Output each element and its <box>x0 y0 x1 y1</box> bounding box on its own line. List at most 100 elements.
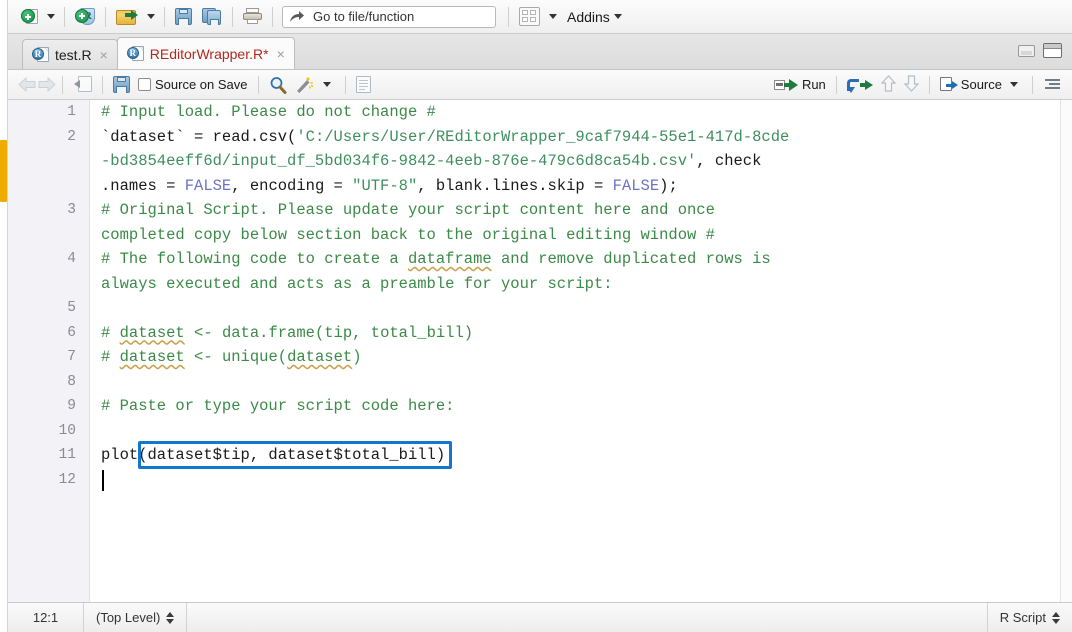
editor-tab-test-r[interactable]: R test.R × <box>22 39 118 69</box>
code-token: <- unique( <box>184 348 288 366</box>
toolbar-divider <box>1032 75 1033 94</box>
code-line[interactable]: 10 <box>8 419 1072 444</box>
code-line[interactable]: completed copy below section back to the… <box>8 223 1072 248</box>
show-in-new-window-button[interactable] <box>69 74 96 96</box>
save-all-button[interactable] <box>197 4 227 30</box>
code-content[interactable]: 1 # Input load. Please do not change # 2 `d… <box>8 100 1072 602</box>
run-button[interactable]: Run <box>770 74 830 96</box>
open-folder-icon <box>116 8 138 26</box>
re-run-previous-button[interactable] <box>843 74 877 96</box>
compile-report-icon <box>355 76 371 93</box>
code-token: dataset <box>287 348 353 366</box>
cursor-position-text: 12:1 <box>32 610 59 625</box>
code-line[interactable]: 9 # Paste or type your script code here: <box>8 394 1072 419</box>
addins-chevron-down-icon[interactable] <box>613 14 622 19</box>
code-scope-selector[interactable]: (Top Level) <box>84 602 188 632</box>
code-token: ) <box>352 348 362 366</box>
toolbar-divider <box>105 6 106 27</box>
code-token: ); <box>659 176 678 195</box>
forward-arrow-icon[interactable] <box>37 76 56 93</box>
editor-toolbar: Source on Save Run Source <box>8 70 1072 100</box>
code-line[interactable]: 7 # dataset <- unique(dataset) <box>8 345 1072 370</box>
toolbar-divider <box>272 6 273 27</box>
vertical-scrollbar[interactable] <box>1060 100 1072 602</box>
open-file-button[interactable] <box>111 4 143 30</box>
checkbox-icon[interactable] <box>138 78 151 91</box>
code-line[interactable]: 12 <box>8 468 1072 493</box>
file-type-selector[interactable]: R Script <box>986 602 1072 632</box>
new-file-chevron-down-icon[interactable] <box>47 14 55 19</box>
source-chevron-down-icon[interactable] <box>1010 82 1018 87</box>
editor-tab-reditorwrapper-r[interactable]: R REditorWrapper.R* × <box>116 37 295 69</box>
back-arrow-icon[interactable] <box>18 76 37 93</box>
code-tools-button[interactable] <box>291 74 339 96</box>
code-line[interactable]: 11 plot(dataset$tip, dataset$total_bill) <box>8 443 1072 468</box>
addins-button[interactable]: Addins <box>567 9 610 25</box>
editor-tab-close-icon[interactable]: × <box>98 48 108 62</box>
code-token: .names = <box>101 176 185 195</box>
print-button[interactable] <box>238 4 267 30</box>
go-down-chunk-button[interactable] <box>900 74 923 96</box>
code-editor[interactable]: 1 # Input load. Please do not change # 2 `d… <box>8 100 1072 602</box>
save-button[interactable] <box>170 4 197 30</box>
source-on-save-label: Source on Save <box>155 77 248 92</box>
code-token: `dataset` = read.csv( <box>101 127 297 146</box>
code-line-text: -bd3854eeff6d/input_df_5bd034f6-9842-4ee… <box>101 149 1072 174</box>
editor-tab-close-icon[interactable]: × <box>275 47 285 61</box>
toolbar-divider <box>164 6 165 27</box>
go-up-chunk-icon <box>880 74 897 95</box>
source-button[interactable]: Source <box>936 74 1026 96</box>
open-file-chevron-down-icon[interactable] <box>147 14 155 19</box>
panes-chevron-down-icon[interactable] <box>549 14 557 19</box>
code-line[interactable]: always executed and acts as a preamble f… <box>8 272 1072 297</box>
code-line-text: always executed and acts as a preamble f… <box>101 272 1072 297</box>
code-line-text: completed copy below section back to the… <box>101 223 1072 248</box>
go-up-chunk-button[interactable] <box>877 74 900 96</box>
source-on-save-checkbox[interactable]: Source on Save <box>134 74 252 96</box>
editor-tab-label: REditorWrapper.R* <box>149 45 269 62</box>
code-token: "UTF-8" <box>352 176 418 195</box>
save-icon <box>175 8 192 25</box>
code-line[interactable]: 4 # The following code to create a datafr… <box>8 247 1072 272</box>
code-token: # <box>101 323 120 342</box>
code-line[interactable]: -bd3854eeff6d/input_df_5bd034f6-9842-4ee… <box>8 149 1072 174</box>
line-number: 4 <box>67 251 76 267</box>
compile-report-button[interactable] <box>352 74 375 96</box>
document-outline-button[interactable] <box>1039 74 1064 96</box>
code-line[interactable]: 5 <box>8 296 1072 321</box>
code-token: always executed and acts as a preamble f… <box>101 274 613 293</box>
code-token: plot(dataset$tip, dataset$total_bill) <box>101 446 446 464</box>
left-edge-strip <box>0 0 8 632</box>
maximize-icon[interactable] <box>1043 43 1062 58</box>
line-number: 12 <box>58 471 76 488</box>
toolbar-divider <box>344 75 346 94</box>
new-file-button[interactable] <box>16 4 43 30</box>
find-replace-button[interactable] <box>265 74 291 96</box>
code-token: -bd3854eeff6d/input_df_5bd034f6-9842-4ee… <box>101 152 697 170</box>
code-line[interactable]: 8 <box>8 370 1072 395</box>
line-number: 10 <box>58 422 76 439</box>
code-line-text: # dataset <- data.frame(tip, total_bill) <box>101 321 1072 346</box>
code-line-text: # Paste or type your script code here: <box>101 394 1072 419</box>
code-token: # Input load. Please do not change # <box>101 103 436 121</box>
code-token: dataset <box>119 323 185 342</box>
new-project-button[interactable]: R <box>70 4 100 30</box>
editor-save-button[interactable] <box>109 74 134 96</box>
code-token: completed copy below section back to the… <box>101 225 715 244</box>
code-token: # <box>101 348 120 366</box>
code-line-text: .names = FALSE, encoding = "UTF-8", blan… <box>101 174 1072 199</box>
code-tools-chevron-down-icon[interactable] <box>322 82 331 87</box>
code-line[interactable]: 1 # Input load. Please do not change # <box>8 100 1072 125</box>
minimize-icon[interactable] <box>1018 44 1035 57</box>
goto-arrow-icon <box>289 10 305 24</box>
goto-file-function-input[interactable]: Go to file/function <box>282 5 496 28</box>
code-line[interactable]: 3 # Original Script. Please update your s… <box>8 198 1072 223</box>
code-token: # Original Script. Please update your sc… <box>101 201 715 219</box>
line-number: 5 <box>67 300 76 316</box>
workspace-panes-button[interactable] <box>514 4 545 30</box>
code-line[interactable]: 6 # dataset <- data.frame(tip, total_bill… <box>8 321 1072 346</box>
code-line[interactable]: .names = FALSE, encoding = "UTF-8", blan… <box>8 174 1072 199</box>
goto-file-function-text: Go to file/function <box>313 9 415 24</box>
code-line[interactable]: 2 `dataset` = read.csv('C:/Users/User/REd… <box>8 125 1072 150</box>
main-toolbar: R <box>8 0 1072 34</box>
